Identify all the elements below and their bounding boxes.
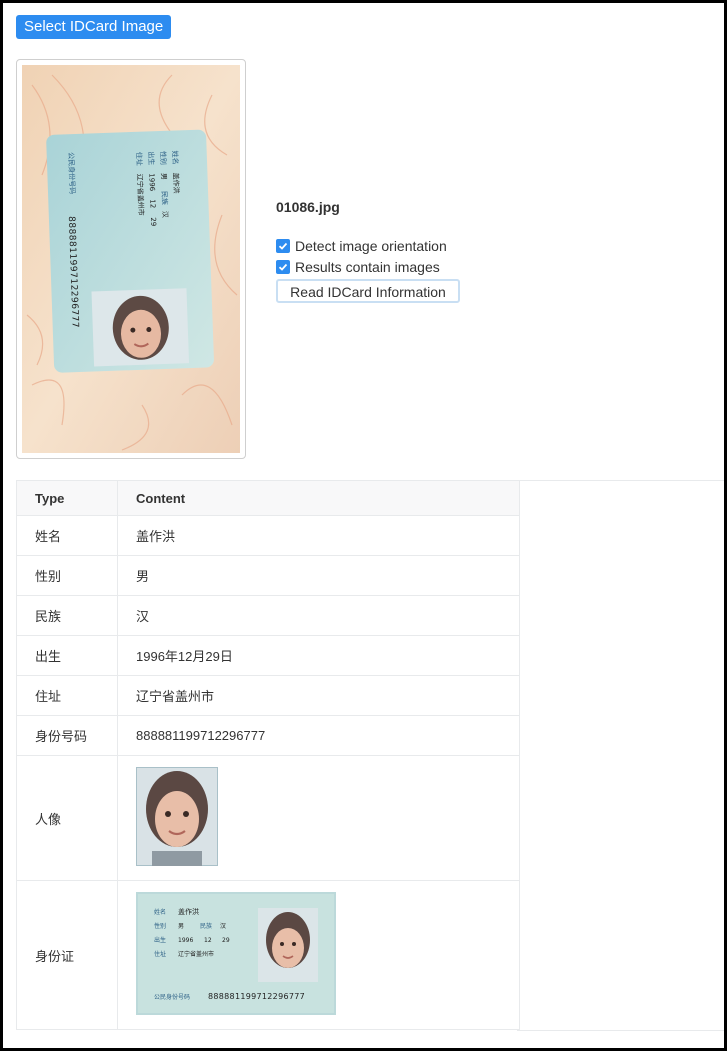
row-type: 身份号码 xyxy=(16,715,118,756)
card-addr: 辽宁省盖州市 xyxy=(135,174,145,216)
table-row: 性别 男 xyxy=(16,555,520,596)
result-table: Type Content 姓名 盖作洪 性别 男 民族 汉 出生 1996年12… xyxy=(16,480,520,1030)
card-ethnic-label: 民族 xyxy=(200,922,212,930)
card-ethnic: 汉 xyxy=(161,211,169,218)
file-name: 01086.jpg xyxy=(276,199,340,215)
row-content: 汉 xyxy=(117,595,520,636)
card-birth-label: 出生 xyxy=(154,936,166,944)
idcard-image: 姓名 盖作洪 性别 男 民族 汉 出生 1996 12 29 住址 辽宁省盖州市 xyxy=(136,892,336,1015)
check-icon xyxy=(278,242,288,250)
portrait-cell xyxy=(117,755,520,881)
results-images-label: Results contain images xyxy=(295,259,440,275)
card-birth-day: 29 xyxy=(149,217,157,226)
card-addr-label: 住址 xyxy=(135,152,144,166)
card-id-label: 公民身份号码 xyxy=(154,993,190,1001)
table-row: 民族 汉 xyxy=(16,595,520,636)
row-type: 住址 xyxy=(16,675,118,716)
card-birth-year: 1996 xyxy=(147,173,156,192)
detect-orientation-label: Detect image orientation xyxy=(295,238,447,254)
row-type: 出生 xyxy=(16,635,118,676)
row-type: 姓名 xyxy=(16,515,118,556)
card-birth-year: 1996 xyxy=(178,937,193,944)
type-header: Type xyxy=(16,480,118,516)
row-content: 1996年12月29日 xyxy=(117,635,520,676)
table-row: 身份号码 888881199712296777 xyxy=(16,715,520,756)
card-sex-label: 性别 xyxy=(154,922,166,930)
card-name-label: 姓名 xyxy=(171,150,180,164)
card-birth-month: 12 xyxy=(148,199,156,208)
table-row: 身份证 姓名 盖作洪 性别 男 民族 汉 出生 1996 12 29 住址 辽宁… xyxy=(16,880,520,1030)
idcard-cell: 姓名 盖作洪 性别 男 民族 汉 出生 1996 12 29 住址 辽宁省盖州市 xyxy=(117,880,520,1030)
card-birth-day: 29 xyxy=(222,937,230,944)
card-birth-month: 12 xyxy=(204,937,212,944)
row-type: 性别 xyxy=(16,555,118,596)
table-row: 姓名 盖作洪 xyxy=(16,515,520,556)
table-row: 出生 1996年12月29日 xyxy=(16,635,520,676)
portrait-image xyxy=(136,767,218,866)
row-content: 888881199712296777 xyxy=(117,715,520,756)
select-idcard-button[interactable]: Select IDCard Image xyxy=(16,15,172,39)
card-name: 盖作洪 xyxy=(171,172,181,193)
image-preview: 姓名 盖作洪 性别 男 民族 汉 出生 1996 12 29 住址 辽宁省盖州市 xyxy=(16,59,246,459)
card-ethnic: 汉 xyxy=(220,922,226,930)
card-sex-label: 性别 xyxy=(159,151,168,165)
results-images-option[interactable]: Results contain images xyxy=(276,259,440,275)
card-name: 盖作洪 xyxy=(178,907,199,916)
card-ethnic-label: 民族 xyxy=(160,191,169,205)
card-sex: 男 xyxy=(178,923,184,930)
card-birth-label: 出生 xyxy=(147,151,156,165)
card-id-label: 公民身份号码 xyxy=(67,152,77,194)
card-addr-label: 住址 xyxy=(154,950,166,958)
card-sex: 男 xyxy=(159,173,167,180)
card-name-label: 姓名 xyxy=(154,908,166,916)
content-header: Content xyxy=(117,480,520,516)
detect-orientation-option[interactable]: Detect image orientation xyxy=(276,238,447,254)
results-images-checkbox[interactable] xyxy=(276,260,290,274)
check-icon xyxy=(278,263,288,271)
table-header-row: Type Content xyxy=(16,480,520,516)
table-row: 人像 xyxy=(16,755,520,881)
card-id-number: 888881199712296777 xyxy=(208,992,305,1001)
divider xyxy=(517,1030,724,1031)
row-content: 男 xyxy=(117,555,520,596)
row-type: 人像 xyxy=(16,755,118,881)
row-type: 民族 xyxy=(16,595,118,636)
card-addr: 辽宁省盖州市 xyxy=(178,950,214,958)
idcard-photo: 姓名 盖作洪 性别 男 民族 汉 出生 1996 12 29 住址 辽宁省盖州市 xyxy=(22,65,240,453)
table-row: 住址 辽宁省盖州市 xyxy=(16,675,520,716)
divider xyxy=(517,480,724,481)
read-idcard-button[interactable]: Read IDCard Information xyxy=(276,279,460,303)
row-content: 盖作洪 xyxy=(117,515,520,556)
row-type: 身份证 xyxy=(16,880,118,1030)
row-content: 辽宁省盖州市 xyxy=(117,675,520,716)
detect-orientation-checkbox[interactable] xyxy=(276,239,290,253)
app-frame: Select IDCard Image 姓名 盖作洪 性别 男 民族 汉 出生 … xyxy=(0,0,727,1051)
